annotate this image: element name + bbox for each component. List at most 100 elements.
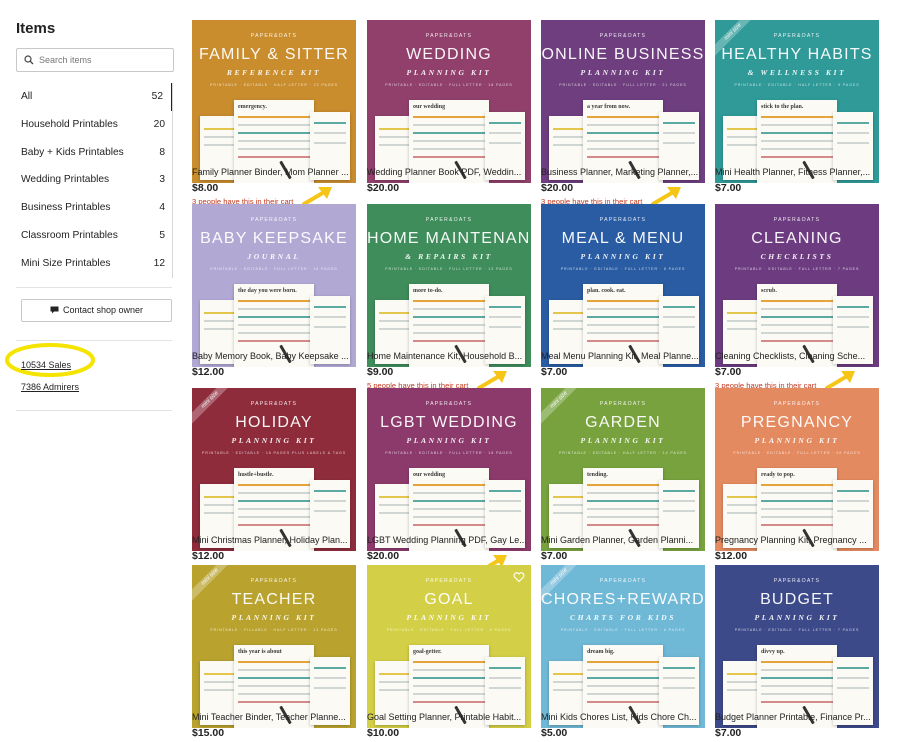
product-specs: PRINTABLE · EDITABLE · FULL LETTER · 18 … [385,83,513,87]
product-specs: PRINTABLE · EDITABLE · FULL LETTER · 18 … [385,451,513,455]
sheet-heading: more to-do. [413,288,443,294]
product-thumbnail[interactable]: PAPER&OATS HOME MAINTENANCE & REPAIRS KI… [367,204,531,367]
product-thumbnail[interactable]: PAPER&OATS GOAL PLANNING KIT PRINTABLE ·… [367,565,531,728]
sheet-heading: this year is about [238,649,282,655]
product-specs: PRINTABLE · EDITABLE · 16 PAGES PLUS LAB… [201,451,347,455]
product-description[interactable]: Wedding Planner Book PDF, Weddin... [367,167,531,177]
admirers-link[interactable]: 7386 Admirers [21,382,79,392]
product-title: ONLINE BUSINESS [541,46,705,63]
product-description[interactable]: LGBT Wedding Planning PDF, Gay Le... [367,535,531,545]
message-icon [50,306,59,314]
product-price: $7.00 [541,550,568,562]
product-thumbnail[interactable]: PAPER&OATS BABY KEEPSAKE JOURNAL PRINTAB… [192,204,356,367]
product-price: $15.00 [192,727,225,739]
brand-text: PAPER&OATS [425,217,473,223]
product-thumbnail[interactable]: PAPER&OATS TEACHER PLANNING KIT PRINTABL… [192,565,356,728]
product-specs: PRINTABLE · EDITABLE · FULL LETTER · 8 P… [560,267,686,271]
category-classroom[interactable]: Classroom Printables 5 [16,222,173,250]
product-description[interactable]: Meal Menu Planning Kit, Meal Planne... [541,351,705,361]
product-description[interactable]: Mini Christmas Planner, Holiday Plan... [192,535,356,545]
heart-icon[interactable] [513,571,525,583]
product-description[interactable]: Home Maintenance Kit, Household B... [367,351,531,361]
product-subtitle: REFERENCE KIT [226,68,322,77]
product-description[interactable]: Cleaning Checklists, Cleaning Sche... [715,351,879,361]
product-thumbnail[interactable]: PAPER&OATS HEALTHY HABITS & WELLNESS KIT… [715,20,879,183]
product-thumbnail[interactable]: PAPER&OATS ONLINE BUSINESS PLANNING KIT … [541,20,705,183]
brand-text: PAPER&OATS [599,217,647,223]
sheet-heading: plan. cook. eat. [587,288,626,294]
category-count: 52 [151,91,163,102]
mini-size-text: mini size [192,388,232,425]
category-business[interactable]: Business Printables 4 [16,194,173,222]
product-specs: PRINTABLE · EDITABLE · HALF LETTER · 22 … [210,83,338,87]
product-title: PREGNANCY [740,414,854,431]
product-title: GOAL [424,591,474,608]
product-thumbnail[interactable]: PAPER&OATS CHORES+REWARDS CHARTS FOR KID… [541,565,705,728]
search-box[interactable] [16,48,174,72]
product-thumbnail[interactable]: PAPER&OATS MEAL & MENU PLANNING KIT PRIN… [541,204,705,367]
product-price: $7.00 [715,366,742,378]
product-thumbnail[interactable]: PAPER&OATS HOLIDAY PLANNING KIT PRINTABL… [192,388,356,551]
product-subtitle: & REPAIRS KIT [405,252,493,261]
mini-size-text: mini size [541,565,581,602]
product-specs: PRINTABLE · EDITABLE · FULL LETTER · 20 … [733,451,861,455]
product-subtitle: JOURNAL [247,252,301,261]
sales-link[interactable]: 10534 Sales [21,360,71,370]
product-thumbnail[interactable]: PAPER&OATS GARDEN PLANNING KIT PRINTABLE… [541,388,705,551]
sheet-heading: goal-getter. [413,649,442,655]
brand-text: PAPER&OATS [599,33,647,39]
divider [16,340,172,341]
category-count: 20 [153,118,165,130]
product-price: $20.00 [541,182,574,194]
product-description[interactable]: Mini Kids Chores List, Kids Chore Ch... [541,712,705,722]
product-price: $12.00 [192,550,225,562]
product-subtitle: CHECKLISTS [760,252,834,261]
product-thumbnail[interactable]: PAPER&OATS FAMILY & SITTER REFERENCE KIT… [192,20,356,183]
product-description[interactable]: Family Planner Binder, Mom Planner ... [192,167,356,177]
category-household[interactable]: Household Printables 20 [16,111,173,139]
brand-text: PAPER&OATS [250,33,298,39]
product-thumbnail[interactable]: PAPER&OATS PREGNANCY PLANNING KIT PRINTA… [715,388,879,551]
product-description[interactable]: Budget Planner Printable, Finance Pr... [715,712,879,722]
divider [16,410,172,411]
product-description[interactable]: Baby Memory Book, Baby Keepsake ... [192,351,356,361]
search-input[interactable] [39,52,167,68]
category-label: Baby + Kids Printables [21,146,124,158]
product-description[interactable]: Mini Health Planner, Fitness Planner,... [715,167,879,177]
category-label: Classroom Printables [21,229,118,241]
product-subtitle: PLANNING KIT [580,252,666,261]
category-scroll-line [172,83,173,278]
category-baby-kids[interactable]: Baby + Kids Printables 8 [16,139,173,167]
category-label: Wedding Printables [21,174,110,186]
product-description[interactable]: Mini Teacher Binder, Teacher Planne... [192,712,356,722]
product-thumbnail[interactable]: PAPER&OATS LGBT WEDDING PLANNING KIT PRI… [367,388,531,551]
product-specs: PRINTABLE · FILLABLE · HALF LETTER · 13 … [210,628,338,632]
product-description[interactable]: Goal Setting Planner, Printable Habit... [367,712,531,722]
product-thumbnail[interactable]: PAPER&OATS CLEANING CHECKLISTS PRINTABLE… [715,204,879,367]
category-mini-size[interactable]: Mini Size Printables 12 [16,250,173,278]
product-title: WEDDING [406,46,492,63]
product-price: $7.00 [715,727,742,739]
product-specs: PRINTABLE · EDITABLE · FULL LETTER · 7 P… [734,628,860,632]
product-description[interactable]: Mini Garden Planner, Garden Planni... [541,535,705,545]
mini-size-text: mini size [192,565,232,602]
product-description[interactable]: Pregnancy Planning Kit, Pregnancy ... [715,535,879,545]
mini-size-ribbon: mini size [541,565,581,605]
product-description[interactable]: Business Planner, Marketing Planner,... [541,167,705,177]
contact-shop-owner-button[interactable]: Contact shop owner [21,299,172,322]
product-subtitle: PLANNING KIT [406,68,492,77]
mini-size-ribbon: mini size [192,565,232,605]
category-wedding[interactable]: Wedding Printables 3 [16,166,173,194]
product-thumbnail[interactable]: PAPER&OATS WEDDING PLANNING KIT PRINTABL… [367,20,531,183]
product-title: FAMILY & SITTER [199,46,349,63]
product-subtitle: & WELLNESS KIT [747,68,847,77]
category-count: 5 [159,229,165,241]
category-list: All 52 Household Printables 20 Baby + Kids… [16,83,173,278]
sheet-heading: a year from now. [587,104,631,110]
category-count: 3 [159,174,165,186]
product-thumbnail[interactable]: PAPER&OATS BUDGET PLANNING KIT PRINTABLE… [715,565,879,728]
product-specs: PRINTABLE · EDITABLE · FULL LETTER · 21 … [559,83,687,87]
product-price: $10.00 [367,727,400,739]
category-all[interactable]: All 52 [16,83,173,111]
product-price: $20.00 [367,182,400,194]
